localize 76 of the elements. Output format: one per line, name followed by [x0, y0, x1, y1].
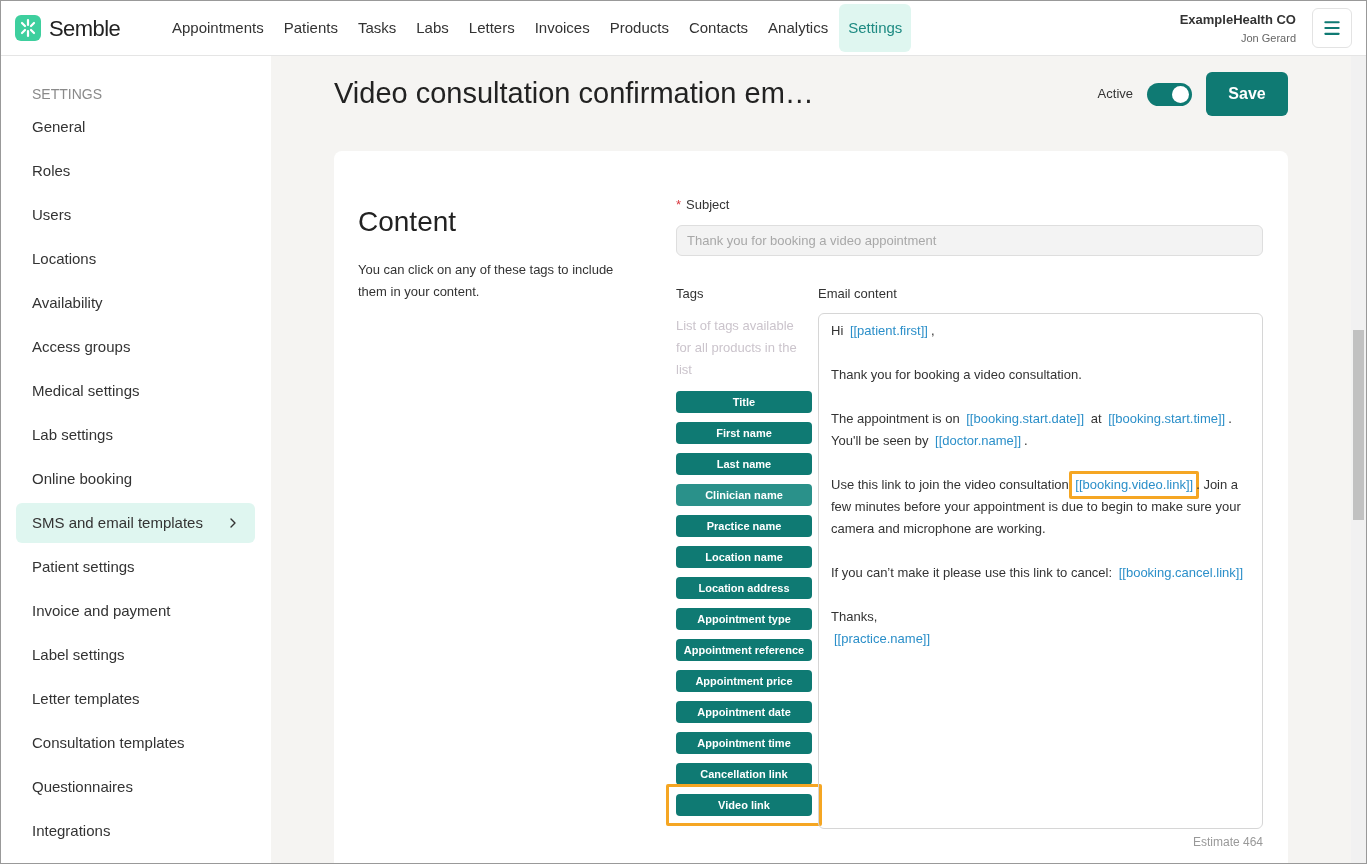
- tag-button[interactable]: Last name: [676, 453, 812, 475]
- scrollbar[interactable]: [1351, 56, 1366, 863]
- template-tag-text: [[booking.cancel.link]]: [1118, 565, 1243, 580]
- logo-icon: [15, 15, 41, 41]
- nav-tab[interactable]: Products: [600, 4, 678, 52]
- brand-name: Semble: [49, 14, 121, 43]
- organisation-name: ExampleHealth CO: [1179, 11, 1296, 29]
- tag-button[interactable]: Location name: [676, 546, 812, 568]
- tag-button[interactable]: First name: [676, 422, 812, 444]
- sidebar-item[interactable]: Availability: [16, 283, 255, 323]
- email-text: If you can’t make it please use this link to cancel: [[booking.cancel.link]]: [831, 564, 1244, 582]
- tag-button[interactable]: Practice name: [676, 515, 812, 537]
- tag-button[interactable]: Appointment price: [676, 670, 812, 692]
- nav-tab[interactable]: Tasks: [348, 4, 406, 52]
- sidebar-item[interactable]: Invoice and payment: [16, 591, 255, 631]
- sidebar-item[interactable]: Consultation templates: [16, 723, 255, 763]
- required-mark: *: [676, 197, 682, 212]
- tag-button[interactable]: Clinician name: [676, 484, 812, 506]
- sidebar-item[interactable]: Questionnaires: [16, 767, 255, 807]
- active-label: Active: [1097, 85, 1133, 104]
- tag-button[interactable]: Appointment date: [676, 701, 812, 723]
- page-title: Video consultation confirmation em…: [334, 76, 814, 112]
- tag-button[interactable]: Cancellation link: [676, 763, 812, 785]
- sidebar-item[interactable]: Access groups: [16, 327, 255, 367]
- menu-icon: [1322, 18, 1342, 38]
- tag-button[interactable]: Title: [676, 391, 812, 413]
- sidebar-heading: SETTINGS: [31, 85, 103, 104]
- save-button[interactable]: Save: [1206, 72, 1288, 116]
- sidebar-item[interactable]: General: [16, 107, 255, 147]
- nav-tab[interactable]: Patients: [274, 4, 347, 52]
- email-text: The appointment is on [[booking.start.date]] at [[booking.start.time]] .: [831, 410, 1233, 428]
- sidebar-item[interactable]: Medical settings: [16, 371, 255, 411]
- email-text: Thank you for booking a video consultation.: [831, 366, 1083, 384]
- section-description: You can click on any of these tags to include them in your content.: [358, 261, 615, 301]
- template-tag-text: [[booking.start.date]]: [966, 411, 1085, 426]
- active-toggle[interactable]: [1147, 82, 1192, 106]
- template-tag-text: [[booking.video.link]]: [1075, 477, 1194, 492]
- sidebar-item[interactable]: Lab settings: [16, 415, 255, 455]
- email-text: Hi [[patient.first]] ,: [831, 322, 936, 340]
- sidebar-item[interactable]: SMS and email templates: [16, 503, 255, 543]
- tag-button[interactable]: Appointment type: [676, 608, 812, 630]
- nav-tab[interactable]: Contacts: [679, 4, 758, 52]
- tag-button[interactable]: Location address: [676, 577, 812, 599]
- template-tag-text: [[patient.first]]: [849, 323, 928, 338]
- sidebar-item[interactable]: Roles: [16, 151, 255, 191]
- email-text: Use this link to join the video consultation [[booking.video.link]] . Join a few minutes before your appointment is due to begin to make sure your camera and microphone are working.: [831, 474, 1250, 540]
- sidebar-item[interactable]: Integrations: [16, 811, 255, 851]
- sidebar-item[interactable]: Locations: [16, 239, 255, 279]
- nav-tab[interactable]: Labs: [407, 4, 458, 52]
- sidebar-item[interactable]: Label settings: [16, 635, 255, 675]
- nav-tab[interactable]: Settings: [839, 4, 912, 52]
- template-tag-text: [[practice.name]]: [834, 631, 931, 646]
- template-tag-text: [[doctor.name]]: [935, 433, 1022, 448]
- email-text: You'll be seen by [[doctor.name]] .: [831, 432, 1029, 450]
- email-content-field[interactable]: [818, 313, 1263, 829]
- email-text: Thanks,: [831, 608, 879, 626]
- email-content-label: Email content: [818, 284, 898, 303]
- template-tag-text: [[booking.start.time]]: [1108, 411, 1226, 426]
- estimate-text: Estimate 464: [1191, 834, 1263, 851]
- nav-tab[interactable]: Appointments: [163, 4, 273, 52]
- tag-button[interactable]: Appointment reference: [676, 639, 812, 661]
- nav-tab[interactable]: Letters: [459, 4, 524, 52]
- sidebar-item[interactable]: Users: [16, 195, 255, 235]
- nav-tab[interactable]: Invoices: [525, 4, 599, 52]
- section-heading: Content: [358, 205, 458, 239]
- tag-button[interactable]: Video link: [676, 794, 812, 816]
- sidebar-item[interactable]: Patient settings: [16, 547, 255, 587]
- sidebar-item[interactable]: Online booking: [16, 459, 255, 499]
- tags-label: Tags: [676, 284, 705, 303]
- subject-label: Subject: [686, 197, 730, 212]
- sidebar-item[interactable]: Letter templates: [16, 679, 255, 719]
- menu-button[interactable]: [1312, 8, 1352, 48]
- user-name: Jon Gerard: [1240, 30, 1296, 46]
- tags-hint: List of tags available for all products in the list: [676, 317, 798, 379]
- tag-button[interactable]: Appointment time: [676, 732, 812, 754]
- nav-tab[interactable]: Analytics: [759, 4, 838, 52]
